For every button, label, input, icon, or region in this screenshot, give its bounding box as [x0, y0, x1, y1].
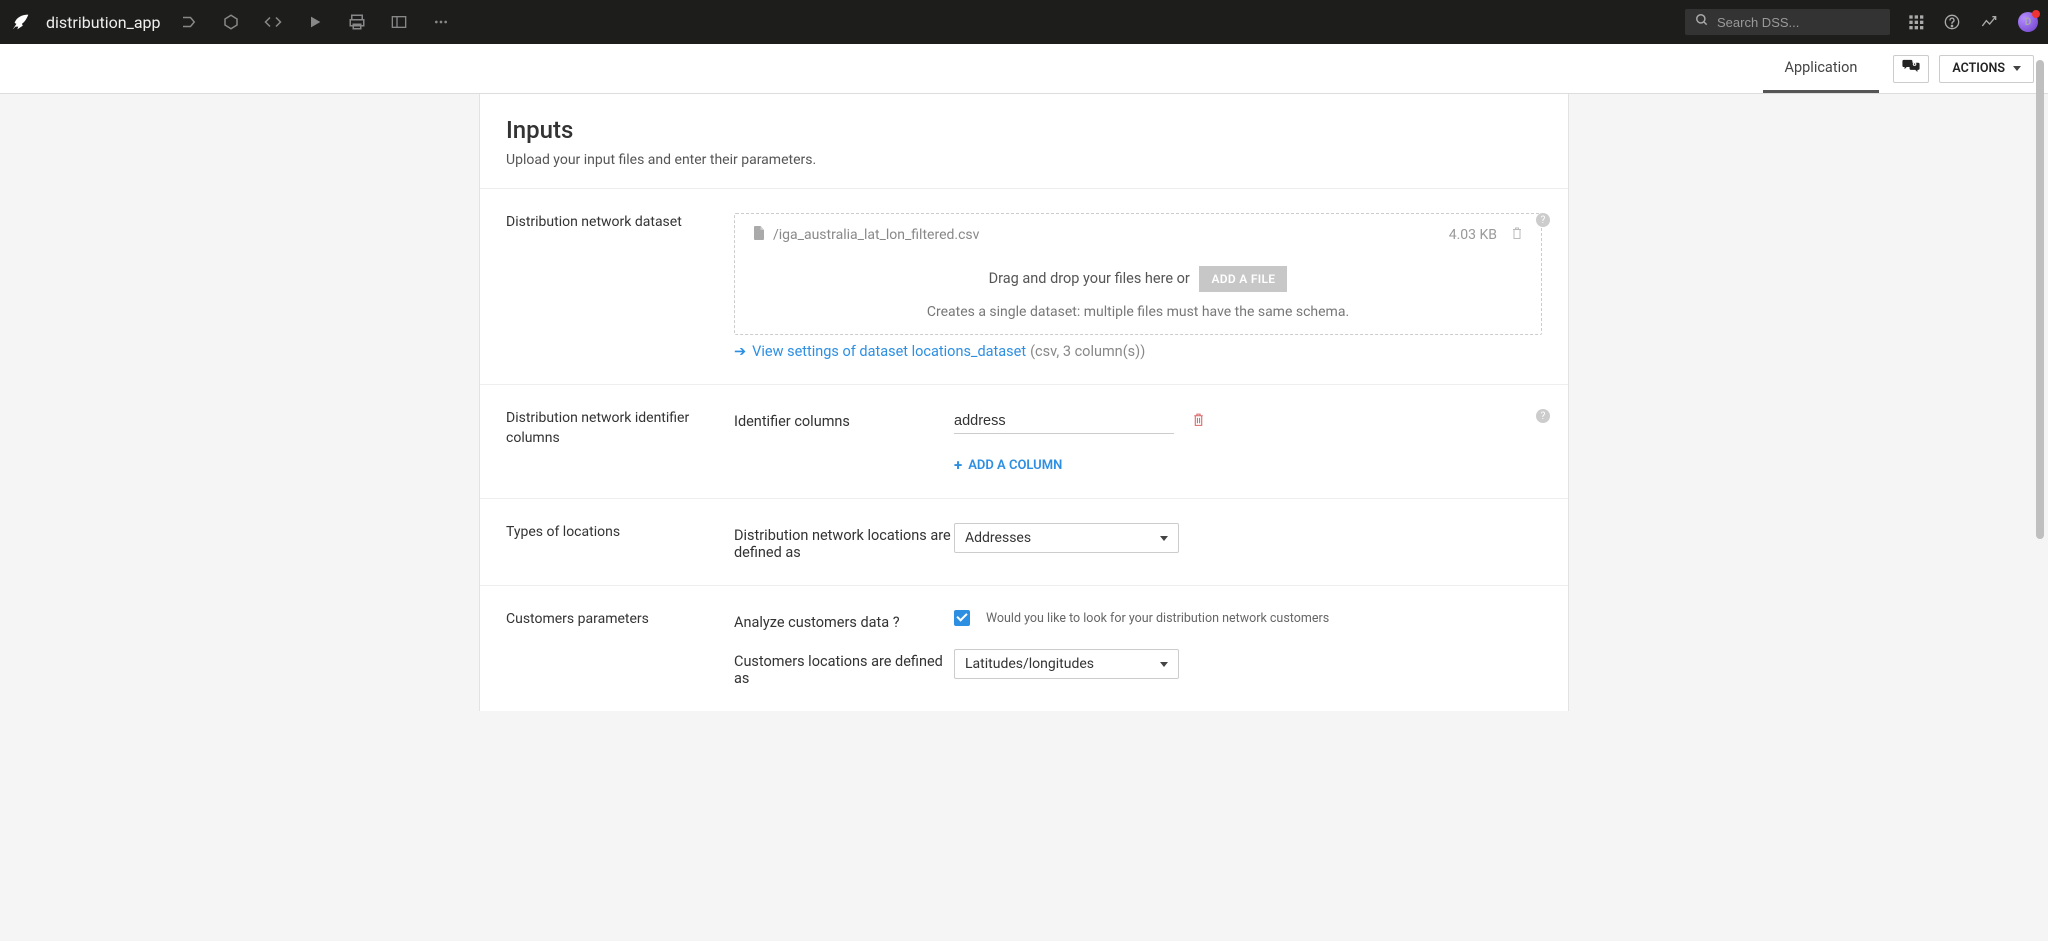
arrow-right-icon: ➔ — [734, 343, 746, 360]
file-entry: /iga_australia_lat_lon_filtered.csv 4.03… — [753, 226, 1523, 244]
code-icon[interactable] — [263, 12, 283, 32]
scrollbar[interactable] — [2036, 60, 2044, 931]
analyze-desc: Would you like to look for your distribu… — [986, 611, 1329, 626]
apps-icon[interactable] — [1908, 14, 1924, 30]
view-settings-link[interactable]: View settings of dataset locations_datas… — [752, 343, 1026, 360]
view-settings: ➔ View settings of dataset locations_data… — [734, 343, 1542, 360]
trash-icon[interactable] — [1192, 412, 1205, 431]
tabs: Application — [1763, 44, 1880, 93]
dnd-text: Drag and drop your files here or — [989, 270, 1190, 287]
plus-icon: + — [954, 456, 962, 474]
row-types-of-locations: Types of locations Distribution network … — [480, 499, 1568, 586]
help-icon[interactable]: ? — [1536, 213, 1550, 227]
play-icon[interactable] — [305, 12, 325, 32]
file-name: /iga_australia_lat_lon_filtered.csv — [773, 227, 979, 243]
row-label: Distribution network dataset — [506, 213, 734, 360]
search-box[interactable] — [1685, 9, 1890, 35]
right-icons: D — [1908, 12, 2038, 32]
file-icon — [753, 226, 765, 244]
activity-icon[interactable] — [1980, 14, 1998, 30]
section-subtitle: Upload your input files and enter their … — [506, 152, 1542, 168]
select-value: Latitudes/longitudes — [965, 656, 1094, 672]
sublabel-cust-loc: Customers locations are defined as — [734, 649, 954, 687]
section-header: Inputs Upload your input files and enter… — [480, 94, 1568, 188]
section-title: Inputs — [506, 116, 1542, 144]
chat-icon — [1901, 59, 1921, 79]
tab-application[interactable]: Application — [1763, 44, 1880, 93]
row-label: Distribution network identifier columns — [506, 409, 734, 474]
subheader: Application ACTIONS — [0, 44, 2048, 94]
help-icon[interactable] — [1944, 14, 1960, 30]
help-icon[interactable]: ? — [1536, 409, 1550, 423]
identifier-input[interactable] — [954, 409, 1174, 434]
chevron-down-icon — [1160, 536, 1168, 541]
topbar: distribution_app D — [0, 0, 2048, 44]
print-icon[interactable] — [347, 12, 367, 32]
location-type-select[interactable]: Addresses — [954, 523, 1179, 553]
sublabel-analyze: Analyze customers data ? — [734, 610, 954, 631]
actions-label: ACTIONS — [1952, 61, 2005, 76]
row-customers-parameters: Customers parameters Analyze customers d… — [480, 586, 1568, 711]
delete-file-icon[interactable] — [1511, 226, 1523, 244]
customers-location-select[interactable]: Latitudes/longitudes — [954, 649, 1179, 679]
sublabel-location-type: Distribution network locations are defin… — [734, 523, 954, 561]
row-label: Customers parameters — [506, 610, 734, 687]
dnd-line: Drag and drop your files here or ADD A F… — [753, 266, 1523, 292]
analyze-checkbox[interactable] — [954, 610, 970, 626]
row-label: Types of locations — [506, 523, 734, 561]
add-column-button[interactable]: + ADD A COLUMN — [954, 456, 1205, 474]
file-dropzone[interactable]: /iga_australia_lat_lon_filtered.csv 4.03… — [734, 213, 1542, 335]
row-identifier-columns: Distribution network identifier columns … — [480, 385, 1568, 499]
tool-icons — [179, 12, 451, 32]
project-name[interactable]: distribution_app — [46, 13, 161, 32]
add-column-label: ADD A COLUMN — [968, 458, 1062, 473]
notification-dot — [2032, 10, 2040, 18]
cycle-icon[interactable] — [221, 12, 241, 32]
view-settings-meta: (csv, 3 column(s)) — [1030, 343, 1145, 360]
flow-icon[interactable] — [179, 12, 199, 32]
dashboard-icon[interactable] — [389, 12, 409, 32]
sublabel-identifier: Identifier columns — [734, 409, 954, 430]
row-distribution-dataset: Distribution network dataset /iga_austra… — [480, 189, 1568, 385]
chat-button[interactable] — [1893, 55, 1929, 83]
avatar-letter: D — [2025, 17, 2032, 28]
file-size: 4.03 KB — [1449, 227, 1497, 243]
search-icon — [1695, 13, 1709, 31]
actions-button[interactable]: ACTIONS — [1939, 55, 2034, 83]
dropzone-hint: Creates a single dataset: multiple files… — [753, 304, 1523, 320]
chevron-down-icon — [1160, 662, 1168, 667]
chevron-down-icon — [2013, 66, 2021, 71]
avatar[interactable]: D — [2018, 12, 2038, 32]
select-value: Addresses — [965, 530, 1031, 546]
add-file-button[interactable]: ADD A FILE — [1199, 266, 1287, 292]
inputs-panel: Inputs Upload your input files and enter… — [479, 94, 1569, 711]
more-icon[interactable] — [431, 12, 451, 32]
app-logo-icon[interactable] — [10, 11, 32, 33]
search-input[interactable] — [1717, 15, 1880, 30]
scrollbar-thumb[interactable] — [2036, 60, 2044, 539]
